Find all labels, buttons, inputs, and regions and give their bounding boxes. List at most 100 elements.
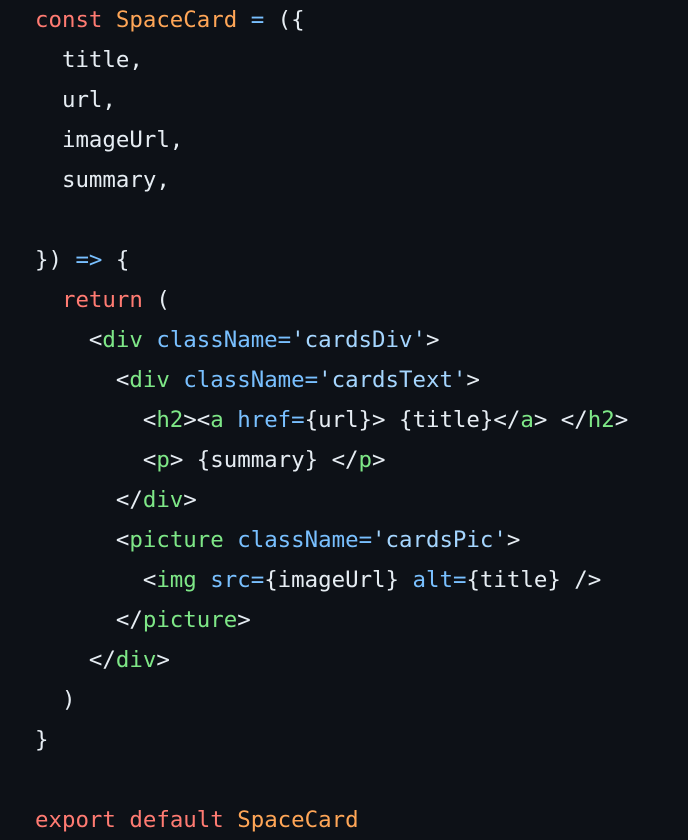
- code-string: 'cardsDiv': [291, 327, 426, 353]
- code-keyword: export: [35, 807, 116, 833]
- code-text: <: [35, 447, 157, 473]
- code-line: </div>: [35, 640, 688, 680]
- code-attribute: src: [210, 567, 251, 593]
- code-line: <img src={imageUrl} alt={title} />: [35, 560, 688, 600]
- code-keyword: return: [61, 287, 143, 313]
- code-identifier: SpaceCard: [115, 7, 238, 33]
- code-line: ): [35, 680, 688, 720]
- code-text: (: [142, 287, 170, 313]
- code-line: <p> {summary} </p>: [35, 440, 688, 480]
- code-text: {url}> {title}</: [304, 407, 521, 433]
- code-text: summary,: [35, 167, 170, 193]
- code-line: return (: [35, 280, 688, 320]
- code-text: }): [35, 247, 76, 273]
- code-tag-name: a: [210, 407, 224, 433]
- code-text: </: [35, 607, 143, 633]
- code-line: summary,: [35, 160, 688, 200]
- code-text: >: [506, 527, 521, 553]
- code-attribute: alt: [412, 567, 453, 593]
- code-text: {: [102, 247, 130, 273]
- code-text: </: [35, 647, 116, 673]
- code-line: title,: [35, 40, 688, 80]
- code-text: >: [466, 367, 480, 393]
- code-identifier: SpaceCard: [237, 807, 359, 833]
- code-text: title,: [35, 47, 143, 73]
- code-tag-name: img: [156, 567, 197, 593]
- code-tag-name: a: [520, 407, 534, 433]
- code-operator: =: [452, 567, 467, 593]
- code-attribute: href: [237, 407, 292, 433]
- code-line: imageUrl,: [35, 120, 688, 160]
- code-line: <picture className='cardsPic'>: [35, 520, 688, 560]
- code-text: > </: [533, 407, 588, 433]
- code-attribute: className: [183, 367, 305, 393]
- code-tag-name: h2: [156, 407, 184, 433]
- code-text: >: [237, 607, 251, 633]
- code-text: >: [372, 447, 386, 473]
- code-attribute: className: [237, 527, 359, 553]
- code-text: >: [156, 647, 170, 673]
- code-text: </: [35, 487, 143, 513]
- code-line: <div className='cardsDiv'>: [35, 320, 688, 360]
- code-text: >: [183, 487, 197, 513]
- code-tag-name: div: [129, 367, 170, 393]
- code-text: {imageUrl}: [264, 567, 413, 593]
- code-tag-name: div: [102, 327, 143, 353]
- code-tag-name: div: [115, 647, 157, 673]
- code-line: }: [35, 720, 688, 760]
- code-text: <: [35, 327, 103, 353]
- code-text: <: [35, 367, 130, 393]
- code-text: ><: [183, 407, 211, 433]
- code-operator: =: [277, 327, 292, 353]
- code-line: url,: [35, 80, 688, 120]
- code-text: imageUrl,: [35, 127, 184, 153]
- code-tag-name: h2: [587, 407, 615, 433]
- code-operator: =: [358, 527, 373, 553]
- code-text: url,: [35, 87, 116, 113]
- code-operator: =>: [75, 247, 103, 273]
- code-operator: =: [304, 367, 319, 393]
- code-line: </picture>: [35, 600, 688, 640]
- code-text: <: [35, 527, 130, 553]
- code-text: <: [35, 567, 157, 593]
- code-text: ): [35, 687, 76, 713]
- code-line: </div>: [35, 480, 688, 520]
- code-text: ({: [264, 7, 305, 33]
- code-operator: =: [250, 7, 265, 33]
- code-text: {title} />: [466, 567, 602, 593]
- code-lines: const SpaceCard = ({ title, url, imageUr…: [35, 0, 688, 840]
- code-attribute: className: [156, 327, 278, 353]
- code-tag-name: div: [142, 487, 184, 513]
- code-tag-name: p: [358, 447, 373, 473]
- code-block: const SpaceCard = ({ title, url, imageUr…: [0, 0, 688, 840]
- code-string: 'cardsText': [318, 367, 467, 393]
- code-line: }) => {: [35, 240, 688, 280]
- code-tag-name: p: [156, 447, 170, 473]
- code-text: }: [35, 727, 49, 753]
- code-text: >: [425, 327, 440, 353]
- code-line: const SpaceCard = ({: [35, 0, 688, 40]
- code-operator: =: [250, 567, 265, 593]
- code-tag-name: picture: [129, 527, 224, 553]
- code-tag-name: picture: [142, 607, 238, 633]
- code-string: 'cardsPic': [372, 527, 507, 553]
- code-keyword: default: [129, 807, 224, 833]
- code-text: <: [35, 407, 157, 433]
- code-text: > {summary} </: [169, 447, 359, 473]
- code-keyword: const: [35, 7, 103, 33]
- code-line: <h2><a href={url}> {title}</a> </h2>: [35, 400, 688, 440]
- code-text: >: [614, 407, 629, 433]
- code-operator: =: [291, 407, 305, 433]
